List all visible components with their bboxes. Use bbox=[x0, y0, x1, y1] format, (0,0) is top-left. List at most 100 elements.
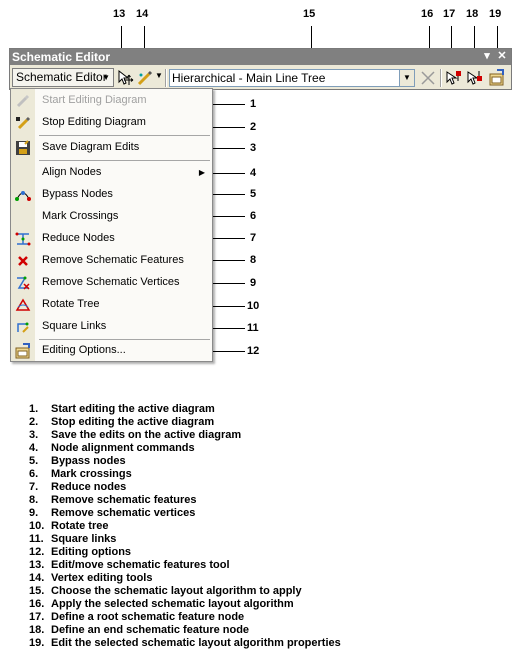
legend-item: 2. Stop editing the active diagram bbox=[29, 416, 215, 428]
legend-item: 13. Edit/move schematic features tool bbox=[29, 559, 230, 571]
schematic-editor-menu-label: Schematic Editor bbox=[16, 70, 107, 84]
bypass-nodes-icon bbox=[15, 191, 31, 201]
legend-item: 7. Reduce nodes bbox=[29, 481, 127, 493]
leader-line-11 bbox=[213, 328, 245, 329]
callout-17: 17 bbox=[443, 8, 456, 20]
toolbar-options-button[interactable]: ▾ bbox=[481, 50, 493, 63]
leader-line-9 bbox=[213, 283, 245, 284]
layout-algorithm-combo[interactable]: Hierarchical - Main Line Tree ▼ bbox=[169, 69, 415, 87]
leader-line-1 bbox=[213, 104, 245, 105]
editing-options-icon bbox=[15, 343, 30, 359]
vertex-pencil-icon bbox=[137, 70, 153, 86]
submenu-arrow-icon: ▶ bbox=[198, 168, 205, 177]
menu-item-label: Align Nodes bbox=[42, 166, 102, 178]
chevron-down-icon: ▼ bbox=[102, 73, 110, 82]
leader-line-2 bbox=[213, 127, 245, 128]
legend-list: 1. Start editing the active diagram 2. Sto… bbox=[29, 403, 341, 650]
define-root-node-button[interactable] bbox=[445, 69, 463, 87]
callout-11: 11 bbox=[247, 322, 259, 334]
callout-8: 8 bbox=[250, 254, 257, 266]
menu-item-start-editing[interactable]: Start Editing Diagram bbox=[11, 90, 212, 112]
legend-item: 6. Mark crossings bbox=[29, 468, 132, 480]
legend-item: 8. Remove schematic features bbox=[29, 494, 197, 506]
callout-4: 4 bbox=[250, 167, 257, 179]
apply-layout-button[interactable] bbox=[419, 69, 437, 87]
schematic-editor-menu-button[interactable]: Schematic Editor ▼ bbox=[12, 68, 114, 87]
edit-move-tool-button[interactable] bbox=[116, 69, 134, 87]
end-node-icon bbox=[467, 71, 482, 85]
square-links-icon bbox=[17, 322, 29, 333]
menu-item-reduce-nodes[interactable]: Reduce Nodes bbox=[11, 228, 212, 250]
legend-item: 4. Node alignment commands bbox=[29, 442, 195, 454]
menu-item-square-links[interactable]: Square Links bbox=[11, 316, 212, 338]
callout-1: 1 bbox=[250, 98, 257, 110]
leader-line-12 bbox=[213, 351, 245, 352]
menu-item-label: Remove Schematic Vertices bbox=[42, 276, 180, 288]
callout-12: 12 bbox=[247, 345, 260, 357]
root-node-icon bbox=[446, 71, 461, 85]
menu-item-editing-options[interactable]: Editing Options... bbox=[11, 340, 212, 362]
apply-layout-icon bbox=[421, 71, 435, 85]
legend-item: 15. Choose the schematic layout algorithm… bbox=[29, 585, 302, 597]
toolbar-separator bbox=[165, 69, 167, 87]
menu-item-label: Stop Editing Diagram bbox=[42, 116, 146, 128]
menu-item-label: Square Links bbox=[42, 320, 107, 332]
rotate-tree-icon bbox=[15, 298, 31, 311]
close-button[interactable]: ✕ bbox=[496, 50, 508, 63]
toolbar-separator bbox=[440, 69, 442, 87]
callout-10: 10 bbox=[247, 300, 260, 312]
vertex-editing-tool-button[interactable] bbox=[136, 69, 154, 87]
legend-item: 14. Vertex editing tools bbox=[29, 572, 153, 584]
menu-separator bbox=[39, 135, 210, 136]
menu-item-align-nodes[interactable]: Align Nodes ▶ bbox=[11, 162, 212, 184]
callout-15: 15 bbox=[303, 8, 316, 20]
menu-item-label: Mark Crossings bbox=[42, 210, 119, 222]
pencil-stop-icon bbox=[16, 116, 31, 130]
pencil-icon bbox=[16, 94, 30, 108]
menu-item-label: Save Diagram Edits bbox=[42, 141, 140, 153]
legend-item: 3. Save the edits on the active diagram bbox=[29, 429, 242, 441]
schematic-editor-toolbar: Schematic Editor ▾ ✕ Schematic Editor ▼ … bbox=[9, 48, 512, 90]
menu-item-label: Rotate Tree bbox=[42, 298, 100, 310]
callout-3: 3 bbox=[250, 142, 257, 154]
leader-line-4 bbox=[213, 173, 245, 174]
menu-item-save-edits[interactable]: Save Diagram Edits bbox=[11, 137, 212, 159]
legend-item: 16. Apply the selected schematic layout a… bbox=[29, 598, 294, 610]
menu-item-rotate-tree[interactable]: Rotate Tree bbox=[11, 294, 212, 316]
toolbar-row: Schematic Editor ▼ ▼ Hierarchical - Main… bbox=[10, 67, 511, 89]
menu-item-label: Reduce Nodes bbox=[42, 232, 115, 244]
callout-19: 19 bbox=[489, 8, 502, 20]
menu-item-bypass-nodes[interactable]: Bypass Nodes bbox=[11, 184, 212, 206]
move-arrow-icon bbox=[118, 69, 134, 85]
remove-vertices-icon bbox=[17, 276, 30, 290]
callout-2: 2 bbox=[250, 121, 257, 133]
menu-item-mark-crossings[interactable]: Mark Crossings bbox=[11, 206, 212, 228]
menu-item-label: Remove Schematic Features bbox=[42, 254, 184, 266]
leader-line-6 bbox=[213, 216, 245, 217]
layout-algorithm-value: Hierarchical - Main Line Tree bbox=[172, 71, 326, 85]
layout-properties-button[interactable] bbox=[488, 69, 506, 87]
menu-item-label: Editing Options... bbox=[42, 344, 126, 356]
leader-line-8 bbox=[213, 260, 245, 261]
callout-7: 7 bbox=[250, 232, 257, 244]
layout-properties-icon bbox=[489, 69, 504, 86]
menu-item-label: Bypass Nodes bbox=[42, 188, 113, 200]
menu-separator bbox=[39, 160, 210, 161]
callout-18: 18 bbox=[466, 8, 479, 20]
legend-item: 5. Bypass nodes bbox=[29, 455, 126, 467]
leader-line-10 bbox=[213, 306, 245, 307]
menu-item-remove-vertices[interactable]: Remove Schematic Vertices bbox=[11, 272, 212, 294]
toolbar-titlebar[interactable]: Schematic Editor ▾ ✕ bbox=[10, 49, 511, 65]
define-end-node-button[interactable] bbox=[466, 69, 484, 87]
legend-item: 18. Define an end schematic feature node bbox=[29, 624, 250, 636]
menu-item-stop-editing[interactable]: Stop Editing Diagram bbox=[11, 112, 212, 134]
callout-5: 5 bbox=[250, 188, 257, 200]
vertex-tools-dropdown-arrow[interactable]: ▼ bbox=[155, 71, 163, 80]
legend-item: 12. Editing options bbox=[29, 546, 132, 558]
menu-item-remove-features[interactable]: Remove Schematic Features bbox=[11, 250, 212, 272]
callout-13: 13 bbox=[113, 8, 126, 20]
chevron-down-icon[interactable]: ▼ bbox=[399, 70, 414, 86]
reduce-nodes-icon bbox=[15, 232, 31, 246]
schematic-editor-menu: Start Editing Diagram Stop Editing Diagr… bbox=[10, 88, 213, 362]
callout-6: 6 bbox=[250, 210, 257, 222]
